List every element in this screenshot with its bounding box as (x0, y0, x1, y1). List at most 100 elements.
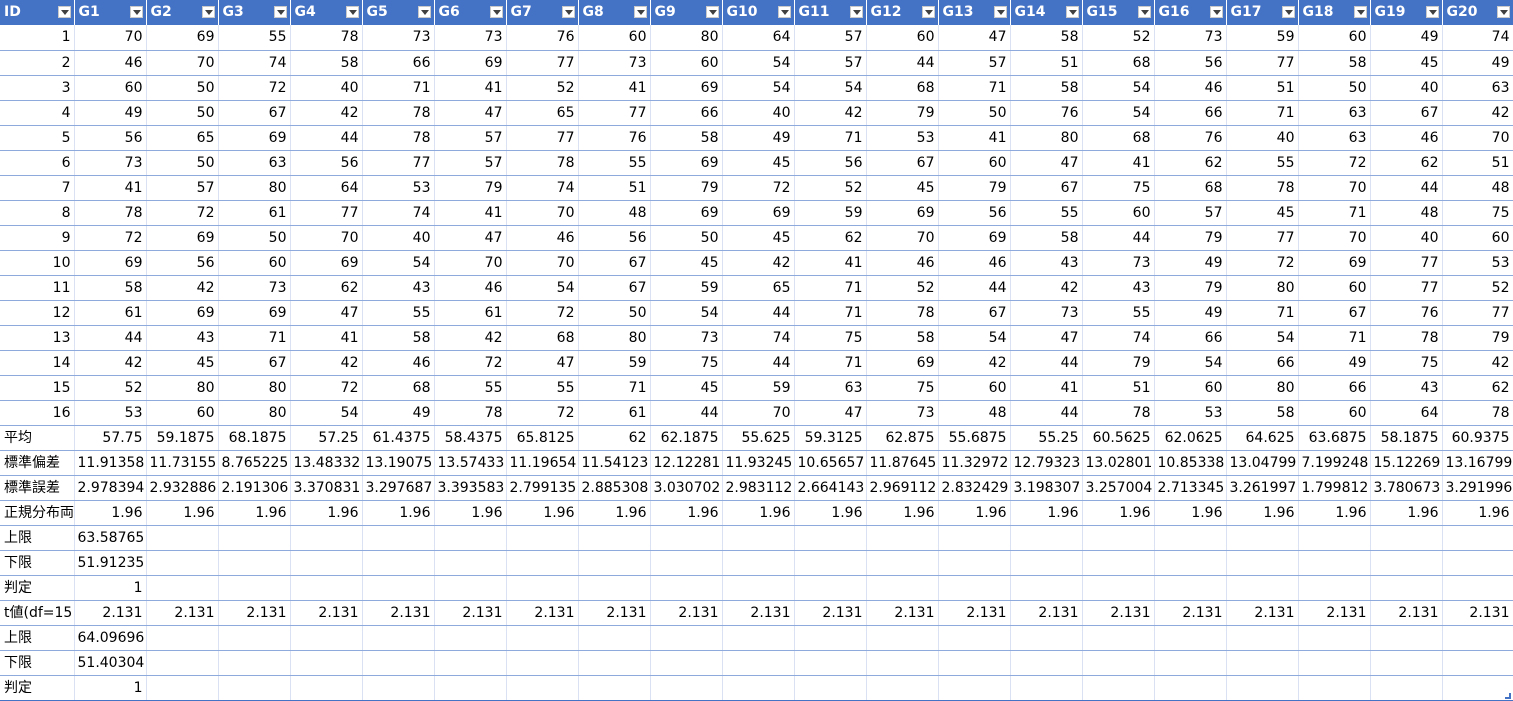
table-cell[interactable]: 80 (218, 400, 291, 426)
table-cell[interactable]: 73 (74, 150, 147, 176)
table-cell[interactable]: 80 (146, 375, 219, 401)
table-cell[interactable]: 69 (434, 50, 507, 76)
table-cell[interactable]: 75 (866, 375, 939, 401)
table-cell[interactable]: 57 (1154, 200, 1227, 226)
table-cell[interactable]: 11.19654 (506, 450, 579, 476)
table-cell[interactable]: 55 (434, 375, 507, 401)
column-header-g6[interactable]: G6 (434, 0, 507, 25)
table-cell[interactable]: 2.131 (362, 600, 435, 626)
table-cell[interactable]: 3.291996 (1442, 475, 1513, 501)
table-cell[interactable]: 45 (650, 375, 723, 401)
table-cell[interactable]: 61 (434, 300, 507, 326)
filter-dropdown-icon[interactable] (1497, 6, 1510, 18)
table-cell[interactable]: 61 (578, 400, 651, 426)
column-header-g11[interactable]: G11 (794, 0, 867, 25)
table-cell[interactable] (434, 525, 507, 551)
table-cell[interactable]: 3.393583 (434, 475, 507, 501)
table-cell[interactable]: 72 (722, 175, 795, 201)
table-cell[interactable]: 65 (722, 275, 795, 301)
filter-dropdown-icon[interactable] (1209, 6, 1223, 18)
table-cell[interactable] (434, 575, 507, 601)
table-cell[interactable]: 13.48332 (290, 450, 363, 476)
table-cell[interactable]: 50 (146, 150, 219, 176)
table-cell[interactable]: 78 (1226, 175, 1299, 201)
table-cell[interactable]: 49 (722, 125, 795, 151)
table-cell[interactable]: 55 (1226, 150, 1299, 176)
table-cell[interactable]: 69 (146, 25, 219, 51)
table-cell[interactable] (938, 550, 1011, 576)
table-cell[interactable]: 71 (794, 125, 867, 151)
column-header-g4[interactable]: G4 (290, 0, 363, 25)
table-cell[interactable] (1082, 675, 1155, 701)
table-cell[interactable]: 57 (434, 125, 507, 151)
table-cell[interactable]: 76 (506, 25, 579, 51)
table-cell[interactable]: 60 (578, 25, 651, 51)
table-cell[interactable]: 12.79323 (1010, 450, 1083, 476)
table-cell[interactable]: 40 (722, 100, 795, 126)
table-cell[interactable] (794, 550, 867, 576)
column-header-g20[interactable]: G20 (1442, 0, 1513, 25)
table-cell[interactable]: 64.09696 (74, 625, 147, 651)
table-cell[interactable] (938, 525, 1011, 551)
table-cell[interactable]: 57.25 (290, 425, 363, 451)
table-cell[interactable]: 2.131 (650, 600, 723, 626)
table-cell[interactable] (1010, 525, 1083, 551)
table-cell[interactable]: 71 (938, 75, 1011, 101)
table-cell[interactable]: 78 (362, 125, 435, 151)
table-cell[interactable] (1442, 650, 1513, 676)
table-cell[interactable] (1370, 675, 1443, 701)
table-cell[interactable]: 41 (434, 200, 507, 226)
table-cell[interactable]: 55 (1010, 200, 1083, 226)
table-cell[interactable]: 44 (650, 400, 723, 426)
table-cell[interactable]: 70 (1442, 125, 1513, 151)
table-cell[interactable]: 71 (1298, 200, 1371, 226)
table-cell[interactable]: 60 (1082, 200, 1155, 226)
table-cell[interactable]: 50 (578, 300, 651, 326)
column-header-g10[interactable]: G10 (722, 0, 795, 25)
table-cell[interactable]: 2.131 (1154, 600, 1227, 626)
table-cell[interactable]: 2.131 (1010, 600, 1083, 626)
table-cell[interactable]: 58 (1010, 75, 1083, 101)
table-cell[interactable]: 2.131 (866, 600, 939, 626)
column-header-g5[interactable]: G5 (362, 0, 435, 25)
table-cell[interactable]: 47 (434, 225, 507, 251)
column-header-g8[interactable]: G8 (578, 0, 651, 25)
table-cell[interactable]: 72 (146, 200, 219, 226)
table-cell[interactable]: 67 (1010, 175, 1083, 201)
table-cell[interactable]: 71 (218, 325, 291, 351)
table-cell[interactable]: 46 (1370, 125, 1443, 151)
table-cell[interactable]: 53 (1442, 250, 1513, 276)
table-cell[interactable]: 70 (722, 400, 795, 426)
table-cell[interactable] (506, 625, 579, 651)
table-cell[interactable]: 60 (1442, 225, 1513, 251)
table-cell[interactable] (578, 650, 651, 676)
table-cell[interactable]: 79 (434, 175, 507, 201)
table-cell[interactable]: 2.131 (290, 600, 363, 626)
table-cell[interactable]: 49 (1154, 250, 1227, 276)
table-cell[interactable]: 56 (290, 150, 363, 176)
filter-dropdown-icon[interactable] (777, 6, 791, 18)
table-cell[interactable]: 43 (1082, 275, 1155, 301)
table-cell[interactable]: 43 (362, 275, 435, 301)
id-cell[interactable]: 16 (0, 400, 75, 426)
table-cell[interactable]: 1.96 (362, 500, 435, 526)
filter-dropdown-icon[interactable] (561, 6, 575, 18)
table-cell[interactable]: 65 (506, 100, 579, 126)
filter-dropdown-icon[interactable] (345, 6, 359, 18)
table-cell[interactable]: 73 (1082, 250, 1155, 276)
table-cell[interactable]: 44 (1010, 400, 1083, 426)
table-cell[interactable]: 40 (1226, 125, 1299, 151)
table-cell[interactable]: 60 (1154, 375, 1227, 401)
table-cell[interactable]: 56 (794, 150, 867, 176)
table-cell[interactable]: 77 (1370, 275, 1443, 301)
table-cell[interactable]: 67 (578, 275, 651, 301)
table-cell[interactable] (1442, 675, 1513, 701)
table-cell[interactable] (146, 525, 219, 551)
table-cell[interactable]: 67 (866, 150, 939, 176)
table-cell[interactable]: 50 (650, 225, 723, 251)
table-cell[interactable] (506, 675, 579, 701)
table-cell[interactable]: 54 (1082, 100, 1155, 126)
table-cell[interactable]: 62 (794, 225, 867, 251)
table-cell[interactable]: 46 (506, 225, 579, 251)
table-cell[interactable]: 58.1875 (1370, 425, 1443, 451)
